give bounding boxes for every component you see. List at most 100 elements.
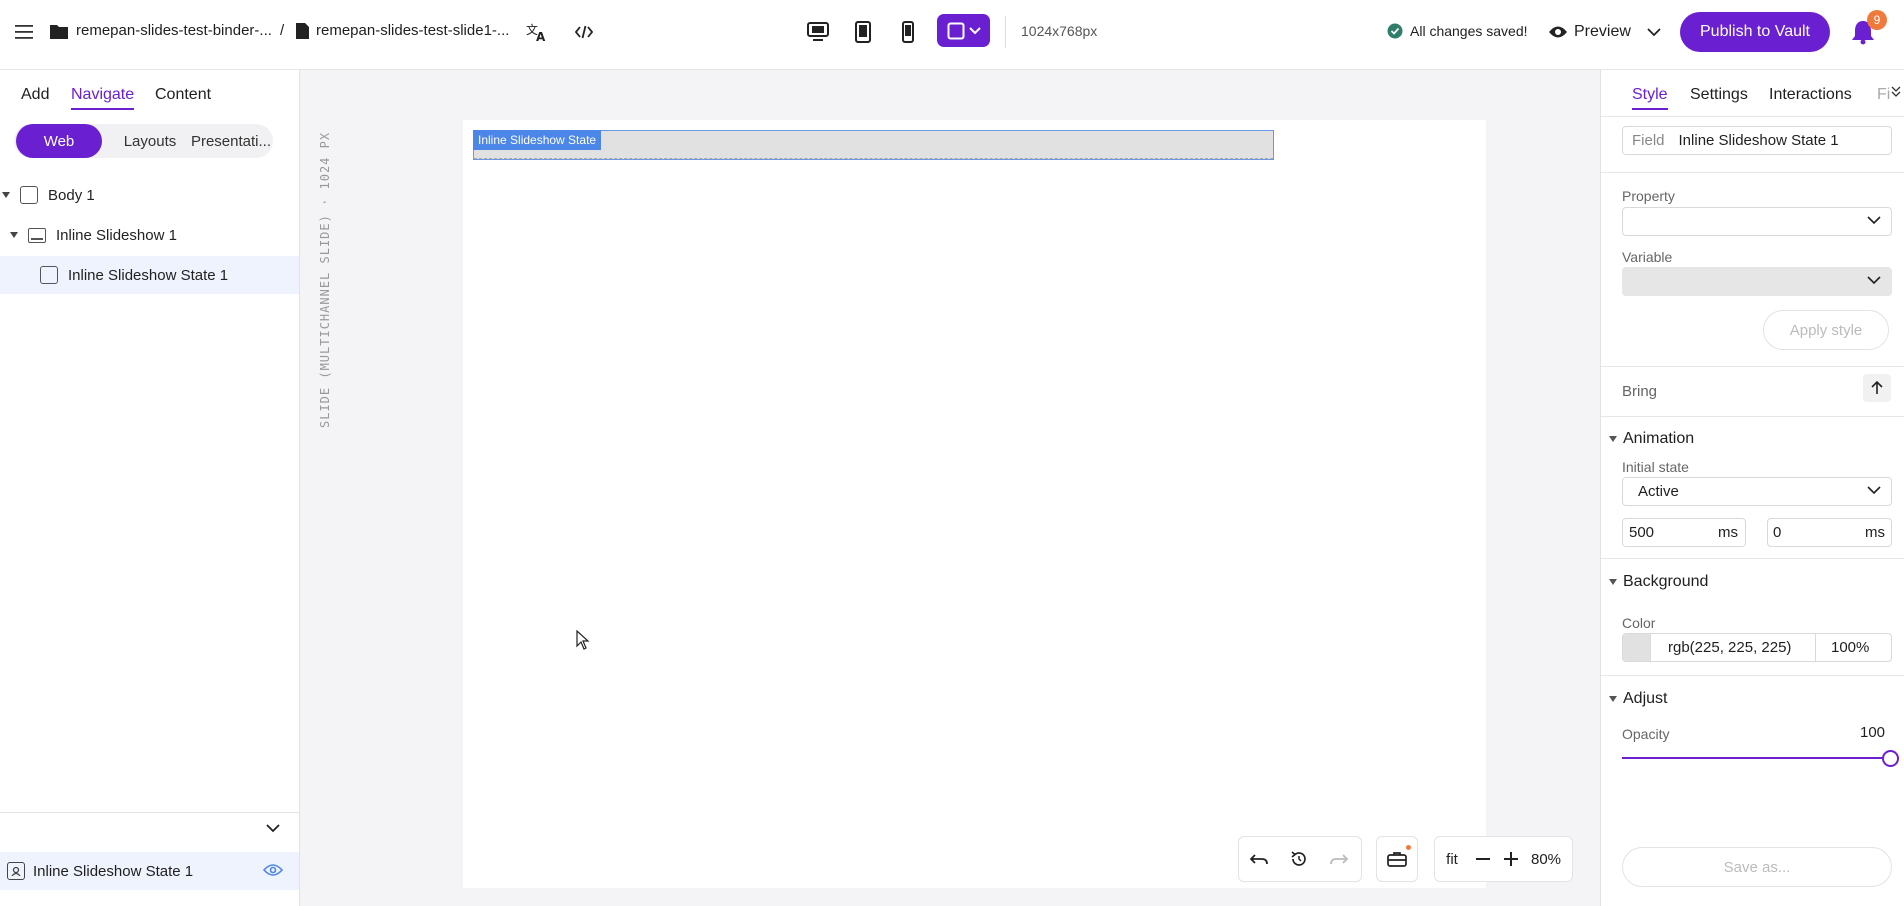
bring-forward-button[interactable] <box>1863 374 1891 402</box>
tab-interactions[interactable]: Interactions <box>1769 86 1852 104</box>
field-input[interactable]: Field Inline Slideshow State 1 <box>1622 126 1892 155</box>
duration-unit: ms <box>1718 524 1738 541</box>
publish-button[interactable]: Publish to Vault <box>1680 12 1830 52</box>
color-label: Color <box>1622 615 1656 631</box>
segment-layouts[interactable]: Layouts <box>110 124 190 158</box>
left-panel: Add Navigate Content Web Layouts Present… <box>0 70 300 906</box>
background-section-header[interactable]: Background <box>1609 573 1708 591</box>
segment-web[interactable]: Web <box>16 124 102 158</box>
adjust-section-header[interactable]: Adjust <box>1609 690 1667 708</box>
section-divider <box>1601 172 1904 173</box>
field-value: Inline Slideshow State 1 <box>1678 132 1839 149</box>
tree-item-label: Body 1 <box>48 186 95 204</box>
animation-section-header[interactable]: Animation <box>1609 430 1694 448</box>
delay-value: 0 <box>1773 524 1782 541</box>
field-label: Field <box>1632 132 1665 149</box>
tab-more[interactable]: Fi <box>1877 86 1890 104</box>
mobile-icon <box>902 21 914 43</box>
arrow-up-icon <box>1871 381 1883 394</box>
assets-button[interactable] <box>1377 837 1417 881</box>
tabs-overflow-icon[interactable] <box>1891 86 1901 98</box>
duration-input[interactable]: 500 ms <box>1622 518 1746 547</box>
eye-icon[interactable] <box>263 863 283 877</box>
property-label: Property <box>1622 188 1675 204</box>
chevron-down-icon <box>1647 27 1661 36</box>
initial-state-value: Active <box>1638 483 1679 500</box>
preview-button[interactable]: Preview <box>1548 16 1661 48</box>
breadcrumb-slide[interactable]: remepan-slides-test-slide1-... <box>316 22 509 39</box>
element-box-icon <box>20 186 38 204</box>
selected-element-tag: Inline Slideshow State <box>473 130 602 150</box>
selected-element-row[interactable]: Inline Slideshow State 1 <box>0 852 299 890</box>
color-swatch[interactable] <box>1623 634 1651 661</box>
save-status: All changes saved! <box>1410 23 1528 39</box>
zoom-out-button[interactable] <box>1469 837 1497 881</box>
toolbar-divider <box>1005 16 1006 48</box>
right-panel: Style Settings Interactions Fi Field Inl… <box>1600 70 1904 906</box>
minus-icon <box>1476 858 1490 860</box>
section-divider <box>1601 416 1904 417</box>
history-button[interactable] <box>1279 837 1319 881</box>
collapse-chevron-icon[interactable] <box>266 824 280 833</box>
zoom-in-button[interactable] <box>1497 837 1525 881</box>
color-value: rgb(225, 225, 225) <box>1668 639 1792 656</box>
tab-add[interactable]: Add <box>21 86 49 104</box>
color-opacity[interactable]: 100% <box>1831 639 1869 656</box>
view-segmented-control: Web Layouts Presentati... <box>14 124 273 158</box>
tab-content[interactable]: Content <box>155 86 211 104</box>
section-divider <box>1601 366 1904 367</box>
opacity-slider-track[interactable] <box>1622 757 1891 759</box>
assets-indicator-dot <box>1406 845 1411 850</box>
slide-canvas[interactable] <box>463 120 1486 888</box>
tree-item-label: Inline Slideshow State 1 <box>68 266 229 284</box>
eye-icon <box>1549 26 1567 38</box>
variable-select[interactable] <box>1622 267 1892 296</box>
tree-item-inline-slideshow-state[interactable]: Inline Slideshow State 1 <box>0 256 299 294</box>
redo-button[interactable] <box>1319 837 1359 881</box>
caret-down-icon <box>1609 579 1617 585</box>
opacity-slider-handle[interactable] <box>1882 750 1899 767</box>
redo-icon <box>1330 854 1348 865</box>
adjust-title: Adjust <box>1623 690 1668 707</box>
tablet-view-button[interactable] <box>845 14 881 50</box>
history-controls <box>1238 836 1362 882</box>
segment-presentations[interactable]: Presentati... <box>190 124 272 158</box>
save-as-button[interactable]: Save as... <box>1622 847 1892 887</box>
preview-label: Preview <box>1574 23 1631 40</box>
state-dashed-outline <box>474 158 1273 159</box>
zoom-fit-button[interactable]: fit <box>1435 837 1469 881</box>
initial-state-select[interactable]: Active <box>1622 477 1892 506</box>
undo-button[interactable] <box>1239 837 1279 881</box>
tree-item-body[interactable]: Body 1 <box>0 176 299 214</box>
section-divider <box>1601 675 1904 676</box>
tree-item-inline-slideshow[interactable]: Inline Slideshow 1 <box>0 216 299 254</box>
property-select[interactable] <box>1622 207 1892 236</box>
delay-input[interactable]: 0 ms <box>1767 518 1892 547</box>
tab-settings[interactable]: Settings <box>1690 86 1748 104</box>
caret-down-icon[interactable] <box>10 232 18 238</box>
breadcrumb-binder[interactable]: remepan-slides-test-binder-... <box>76 22 272 39</box>
element-target-icon <box>7 862 25 880</box>
desktop-icon <box>807 22 829 41</box>
code-icon[interactable] <box>572 20 596 44</box>
mobile-view-button[interactable] <box>890 14 926 50</box>
chevron-down-icon <box>1867 216 1881 225</box>
hamburger-menu-icon[interactable] <box>12 20 36 44</box>
tab-style[interactable]: Style <box>1632 86 1668 110</box>
zoom-level: 80% <box>1531 850 1562 868</box>
color-input[interactable]: rgb(225, 225, 225) 100% <box>1622 633 1892 662</box>
delay-unit: ms <box>1865 524 1885 541</box>
dimension-readout: 1024x768px <box>1021 23 1098 39</box>
desktop-view-button[interactable] <box>800 14 836 50</box>
custom-size-dropdown[interactable] <box>937 14 990 47</box>
selected-element-label: Inline Slideshow State 1 <box>33 862 194 880</box>
apply-style-button[interactable]: Apply style <box>1763 310 1889 350</box>
top-bar: remepan-slides-test-binder-... / remepan… <box>0 0 1904 70</box>
caret-down-icon[interactable] <box>2 192 10 198</box>
translate-icon[interactable]: 文A <box>524 20 550 44</box>
briefcase-icon <box>1387 852 1407 867</box>
tab-navigate[interactable]: Navigate <box>71 86 135 110</box>
opacity-value: 100 <box>1860 724 1886 741</box>
tab-divider <box>1601 116 1904 117</box>
document-icon <box>294 22 310 40</box>
